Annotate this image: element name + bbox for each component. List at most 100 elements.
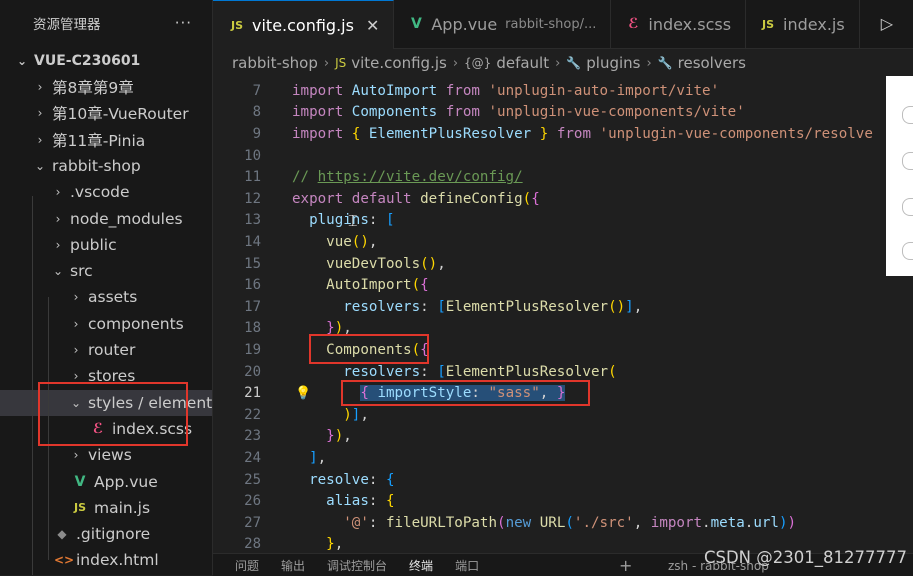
code-line[interactable]: 11 // https://vite.dev/config/ xyxy=(213,166,886,188)
code-text: vueDevTools(), xyxy=(292,256,446,272)
breadcrumb-item[interactable]: default xyxy=(496,54,549,72)
chevron-down-icon: ⌄ xyxy=(52,264,64,279)
chevron-right-icon: › xyxy=(73,343,79,357)
code-text: }, xyxy=(292,536,343,552)
chevron-right-icon: › xyxy=(55,237,61,252)
code-line[interactable]: 15 vueDevTools(), xyxy=(213,253,886,275)
tree-item-label: 第10章-VueRouter xyxy=(52,105,189,124)
js-file-icon: JS xyxy=(335,56,347,70)
code-token: [ xyxy=(385,212,395,229)
more-actions-icon[interactable]: ··· xyxy=(175,14,192,32)
code-line[interactable]: 7 import AutoImport from 'unplugin-auto-i… xyxy=(213,80,886,102)
code-token: https://vite.dev/config/ xyxy=(317,169,523,186)
explorer-root[interactable]: ⌄ VUE-C230601 xyxy=(0,48,212,74)
code-token: 'unplugin-vue-components/resolve xyxy=(599,125,873,142)
breadcrumb-item[interactable]: resolvers xyxy=(678,54,746,72)
code-line[interactable]: 9 import { ElementPlusResolver } from 'un… xyxy=(213,123,886,145)
line-number: 10 xyxy=(244,147,261,164)
line-number: 12 xyxy=(244,190,261,207)
panel-tab-output[interactable]: 输出 xyxy=(281,557,305,574)
code-line[interactable]: 17 resolvers: [ElementPlusResolver()], xyxy=(213,296,886,318)
tab-label: index.scss xyxy=(648,14,732,34)
tab-app-vue[interactable]: V App.vue rabbit-shop/... xyxy=(394,0,612,48)
panel-tab-debug-console[interactable]: 调试控制台 xyxy=(327,557,387,574)
breadcrumb-item[interactable]: rabbit-shop xyxy=(232,54,318,72)
code-token: ] xyxy=(625,298,634,315)
vue-file-icon: V xyxy=(74,473,86,490)
chevron-right-icon: › xyxy=(73,316,79,331)
new-terminal-icon[interactable]: + xyxy=(619,556,632,575)
run-icon[interactable]: ▷ xyxy=(881,14,893,33)
code-token: () xyxy=(420,255,438,272)
code-line[interactable]: 16 AutoImport({ xyxy=(213,274,886,296)
code-token: AutoImport xyxy=(351,82,446,99)
code-line[interactable]: 14 vue(), xyxy=(213,231,886,253)
code-line[interactable]: 27 '@': fileURLToPath(new URL('./src', i… xyxy=(213,512,886,534)
tab-index-scss[interactable]: ℰindex.scss xyxy=(611,0,747,48)
panel-tab-terminal[interactable]: 终端 xyxy=(409,557,433,574)
line-number: 27 xyxy=(244,514,261,531)
highlight-box xyxy=(341,380,590,406)
code-text: ], xyxy=(292,450,326,466)
code-editor[interactable]: 7 import AutoImport from 'unplugin-auto-i… xyxy=(213,78,886,553)
code-token: resolve xyxy=(309,471,369,488)
code-token: , xyxy=(368,233,378,250)
code-line[interactable]: 25 resolve: { xyxy=(213,469,886,491)
code-text: vue(), xyxy=(292,234,377,250)
code-token: import xyxy=(292,82,352,99)
explorer-title: 资源管理器 xyxy=(33,17,101,33)
close-icon[interactable]: ✕ xyxy=(366,16,379,35)
line-number: 21 xyxy=(244,385,261,402)
code-text: plugins: [ xyxy=(292,212,395,229)
tree-item[interactable]: › 第10章-VueRouter xyxy=(0,100,212,126)
lightbulb-icon[interactable]: 💡 xyxy=(295,386,311,401)
code-token: url xyxy=(753,514,779,531)
code-token: : xyxy=(368,471,386,488)
panel-tab-ports[interactable]: 端口 xyxy=(455,557,479,574)
line-number: 26 xyxy=(244,493,261,510)
tree-item[interactable]: ⌄ rabbit-shop xyxy=(0,153,212,179)
code-token: , xyxy=(334,536,344,553)
code-line[interactable]: 23 }), xyxy=(213,426,886,448)
line-number: 9 xyxy=(252,125,261,142)
panel-tab-problems[interactable]: 问题 xyxy=(235,557,259,574)
panel-item xyxy=(902,198,913,216)
tree-item[interactable]: › 第11章-Pinia xyxy=(0,127,212,153)
code-text: alias: { xyxy=(292,493,394,509)
chevron-right-icon: › xyxy=(323,55,330,71)
tab-index-js[interactable]: JS index.js xyxy=(746,0,860,48)
chevron-right-icon: › xyxy=(37,80,43,94)
editor-tabs: JS vite.config.js ✕ V App.vue rabbit-shop/...… xyxy=(213,0,913,49)
code-text: import { ElementPlusResolver } from 'unp… xyxy=(292,126,873,142)
tree-item-label: 第8章第9章 xyxy=(52,79,134,97)
code-line[interactable]: 24 ], xyxy=(213,447,886,469)
tab-vite-config-js[interactable]: JS vite.config.js ✕ xyxy=(213,0,395,49)
code-line[interactable]: 13 plugins: [ xyxy=(213,210,886,232)
code-line[interactable]: 10 xyxy=(213,145,886,167)
code-line[interactable]: 26 alias: { xyxy=(213,490,886,512)
tree-item-label: 第11章-Pinia xyxy=(52,131,146,150)
tree-item-label: node_modules xyxy=(70,209,183,228)
tree-item-label: .vscode xyxy=(70,183,130,202)
line-number: 7 xyxy=(252,82,261,99)
code-text: import Components from 'unplugin-vue-com… xyxy=(292,104,745,120)
tree-item[interactable]: › 第8章第9章 xyxy=(0,74,212,100)
breadcrumb-item[interactable]: plugins xyxy=(586,54,640,72)
code-token: , xyxy=(360,406,369,423)
tree-item-label: assets xyxy=(88,288,138,307)
code-token: ) xyxy=(787,514,797,531)
code-line[interactable]: 12 export default defineConfig({ xyxy=(213,188,886,210)
code-line[interactable]: 22 )], xyxy=(213,404,886,426)
line-number: 16 xyxy=(244,277,261,294)
code-token: ( xyxy=(411,277,421,294)
tree-item-label: views xyxy=(88,446,132,465)
code-line[interactable]: 8 import Components from 'unplugin-vue-co… xyxy=(213,102,886,124)
line-number: 17 xyxy=(244,298,261,315)
code-token: , xyxy=(633,514,651,531)
code-token: , xyxy=(343,428,352,445)
code-token: './src' xyxy=(573,514,634,531)
chevron-right-icon: › xyxy=(555,55,561,71)
breadcrumb-item[interactable]: vite.config.js xyxy=(351,54,447,72)
